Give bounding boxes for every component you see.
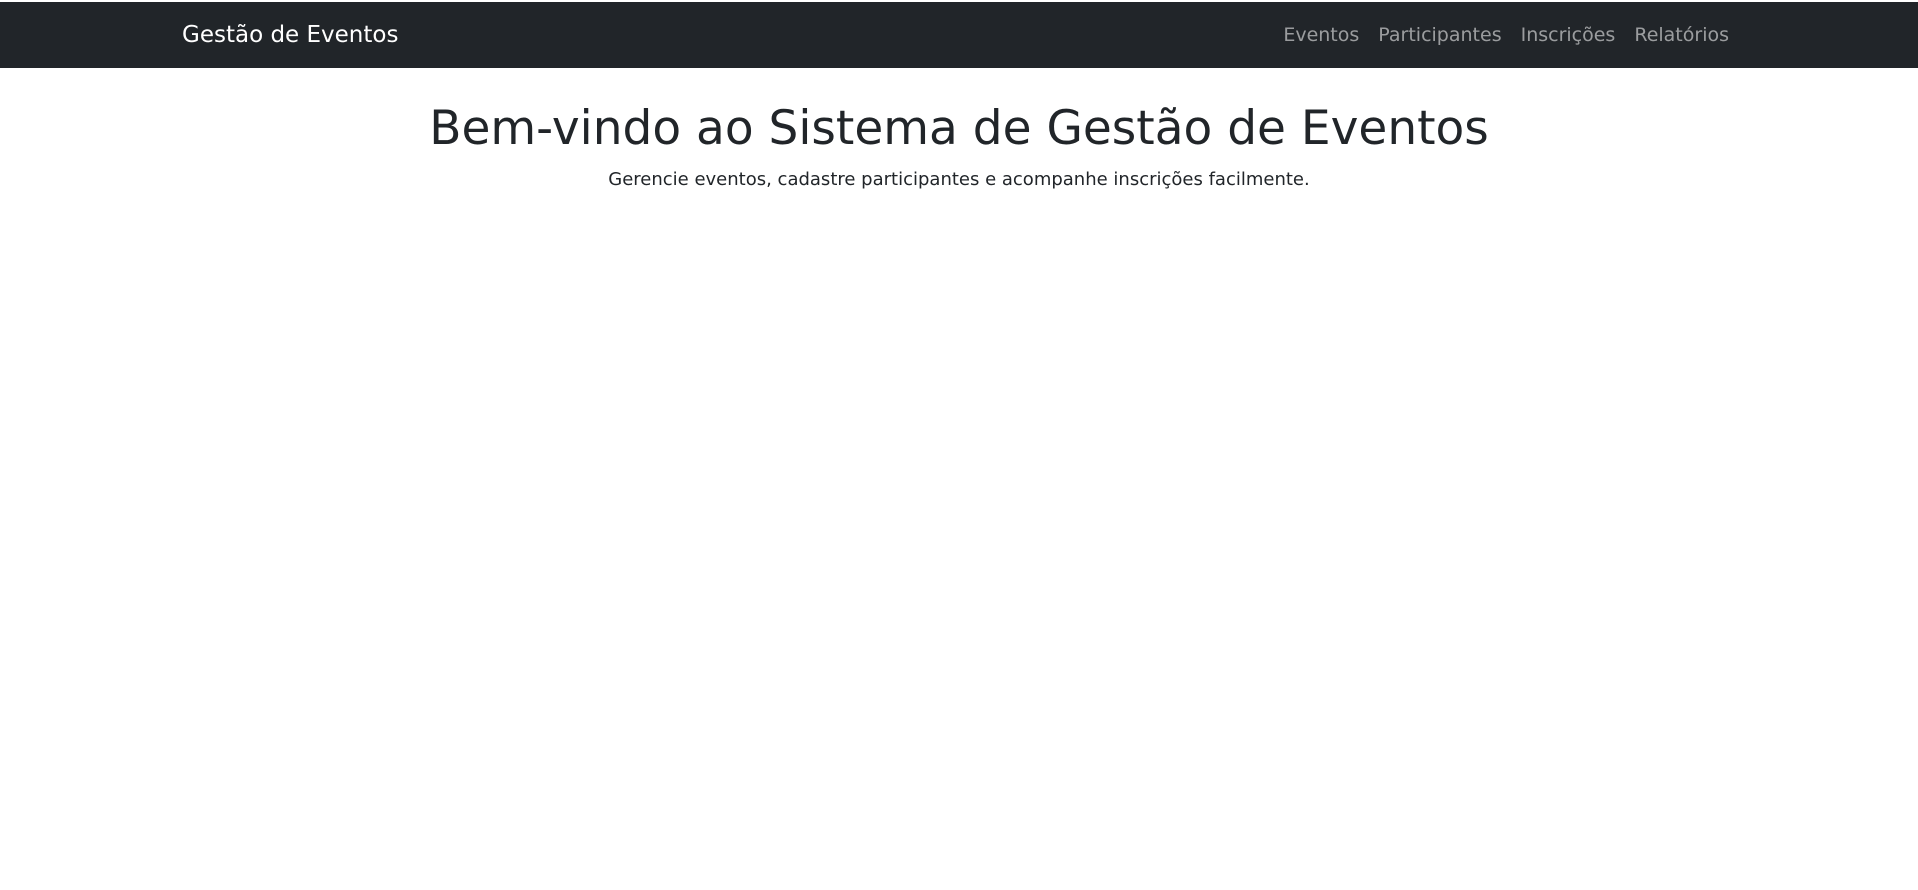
hero-section: Bem-vindo ao Sistema de Gestão de Evento… [0, 68, 1918, 191]
nav-link-participantes[interactable]: Participantes [1378, 25, 1501, 45]
top-navbar: Gestão de Eventos Eventos Participantes … [0, 2, 1918, 68]
nav-link-relatorios[interactable]: Relatórios [1634, 25, 1729, 45]
nav-link-inscricoes[interactable]: Inscrições [1521, 25, 1616, 45]
brand-link[interactable]: Gestão de Eventos [182, 23, 398, 47]
nav-menu: Eventos Participantes Inscrições Relatór… [1283, 2, 1729, 68]
nav-link-eventos[interactable]: Eventos [1283, 25, 1359, 45]
page-subtitle: Gerencie eventos, cadastre participantes… [608, 169, 1310, 191]
navbar-container: Gestão de Eventos Eventos Participantes … [182, 2, 1729, 68]
page-title: Bem-vindo ao Sistema de Gestão de Evento… [429, 101, 1489, 156]
